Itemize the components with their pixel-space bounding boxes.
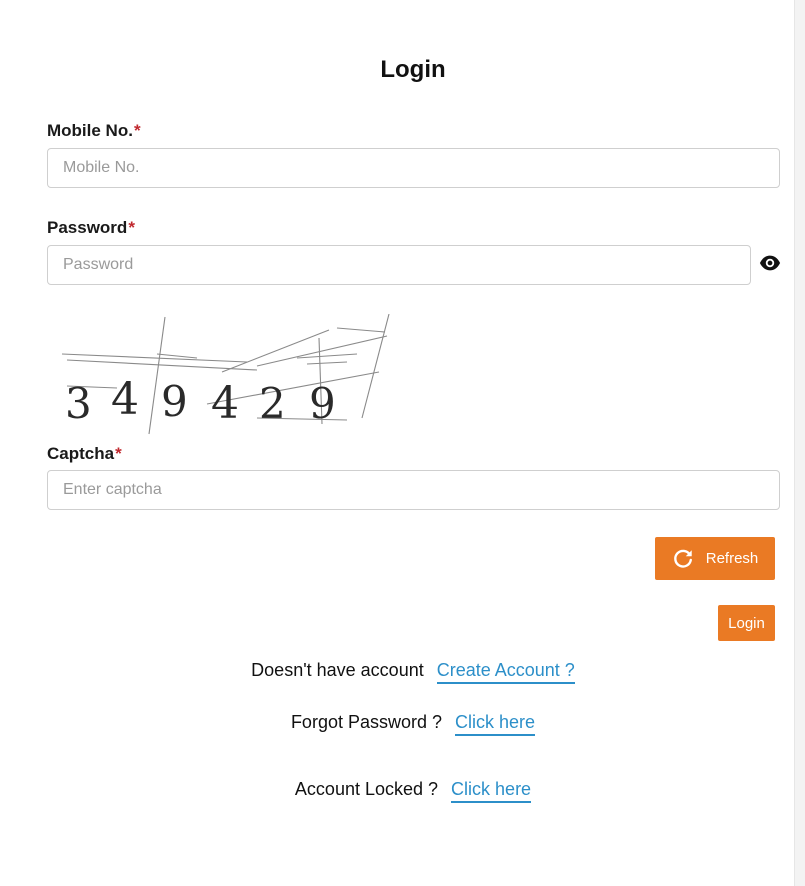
account-locked-link[interactable]: Click here xyxy=(451,779,532,803)
required-mark: * xyxy=(115,444,122,463)
captcha-digit: 3 xyxy=(65,379,92,428)
forgot-password-row: Forgot Password ? Click here xyxy=(0,712,805,736)
captcha-digit: 2 xyxy=(259,379,286,428)
mobile-label-text: Mobile No. xyxy=(47,121,133,140)
refresh-icon xyxy=(673,549,692,568)
password-label: Password* xyxy=(47,218,135,238)
create-account-text: Doesn't have account xyxy=(251,660,424,680)
create-account-link[interactable]: Create Account ? xyxy=(436,660,575,684)
mobile-input[interactable] xyxy=(47,148,780,188)
captcha-label: Captcha* xyxy=(47,444,122,464)
password-label-text: Password xyxy=(47,218,128,237)
captcha-image: 3 4 9 4 2 9 xyxy=(61,314,390,435)
forgot-password-text: Forgot Password ? xyxy=(290,712,443,732)
login-button[interactable]: Login xyxy=(718,605,775,641)
password-input[interactable] xyxy=(47,245,751,285)
eye-icon[interactable] xyxy=(759,254,781,272)
captcha-label-text: Captcha xyxy=(47,444,115,463)
mobile-label: Mobile No.* xyxy=(47,121,141,141)
captcha-digit: 4 xyxy=(211,378,239,429)
page-title: Login xyxy=(380,56,446,83)
captcha-input[interactable] xyxy=(47,470,780,510)
required-mark: * xyxy=(133,121,141,140)
required-mark: * xyxy=(128,218,135,237)
refresh-button[interactable]: Refresh xyxy=(655,537,775,580)
login-page: Login Mobile No.* Password* xyxy=(0,0,795,886)
create-account-row: Doesn't have account Create Account ? xyxy=(0,660,805,684)
account-locked-row: Account Locked ? Click here xyxy=(0,779,805,803)
refresh-button-label: Refresh xyxy=(705,550,759,567)
captcha-digit: 4 xyxy=(111,374,139,425)
captcha-digit: 9 xyxy=(309,379,336,428)
scrollbar[interactable] xyxy=(794,0,805,886)
captcha-digit: 9 xyxy=(161,377,188,426)
forgot-password-link[interactable]: Click here xyxy=(455,712,536,736)
account-locked-text: Account Locked ? xyxy=(294,779,439,799)
